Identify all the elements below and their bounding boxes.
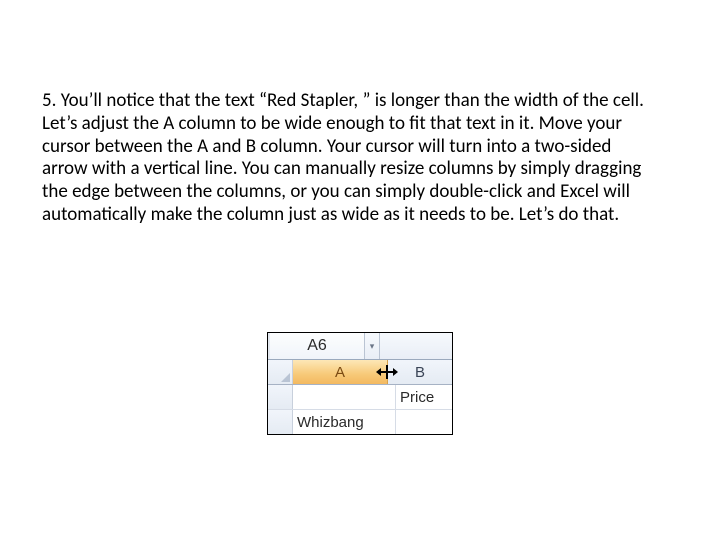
row-header[interactable] — [268, 385, 293, 409]
column-header-row: A B — [268, 360, 452, 385]
formula-bar-area — [380, 333, 452, 359]
name-box[interactable]: A6 — [270, 333, 365, 359]
column-A-label: A — [335, 364, 345, 381]
select-all-corner[interactable] — [268, 360, 293, 384]
cell-B[interactable]: Price — [396, 385, 452, 409]
chevron-down-icon: ▾ — [370, 341, 375, 352]
table-row: Whizbang — [268, 410, 452, 434]
step-number: 5. — [42, 89, 56, 112]
name-box-value: A6 — [307, 337, 327, 355]
cell-value: Whizbang — [297, 414, 364, 431]
cell-B[interactable] — [396, 410, 452, 434]
cell-A[interactable] — [293, 385, 396, 409]
column-header-A[interactable]: A — [293, 360, 388, 384]
instruction-text: You’ll notice that the text “Red Stapler… — [42, 89, 644, 226]
column-header-B[interactable]: B — [388, 360, 452, 384]
instruction-paragraph: 5. You’ll notice that the text “Red Stap… — [42, 90, 652, 227]
table-row: Price — [268, 385, 452, 410]
row-header[interactable] — [268, 410, 293, 434]
column-B-label: B — [415, 364, 425, 381]
excel-screenshot: A6 ▾ A B — [267, 332, 453, 435]
cell-value: Price — [400, 389, 434, 406]
name-box-dropdown[interactable]: ▾ — [365, 333, 380, 359]
cell-A[interactable]: Whizbang — [293, 410, 396, 434]
name-box-row: A6 ▾ — [268, 333, 452, 360]
